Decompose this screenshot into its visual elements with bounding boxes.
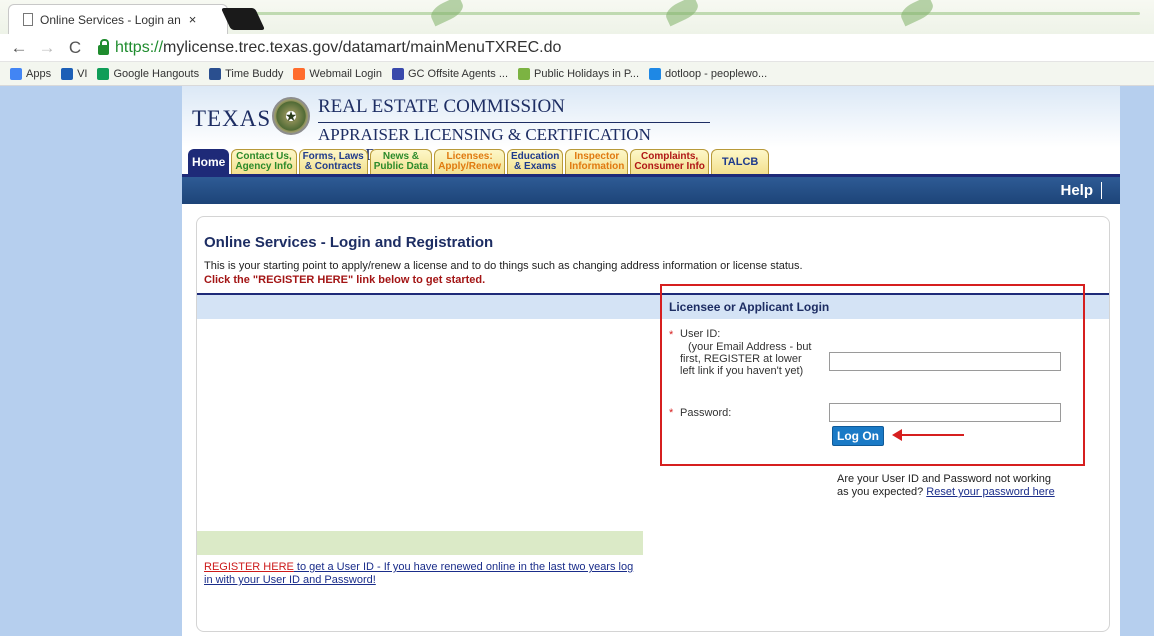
tab-label-line2: Public Data: [373, 161, 429, 172]
register-instruction: Click the "REGISTER HERE" link below to …: [204, 274, 486, 286]
time-buddy-icon: [209, 67, 222, 80]
page-container: TEXAS ★ REAL ESTATE COMMISSION APPRAISER…: [182, 86, 1120, 636]
bookmark-public-holidays-in-p[interactable]: Public Holidays in P...: [518, 67, 640, 80]
texas-wordmark: TEXAS: [192, 106, 272, 131]
dotloop-icon: [649, 67, 662, 80]
tab-licenses[interactable]: Licenses: Apply/Renew: [434, 149, 505, 174]
login-heading-text: Licensee or Applicant Login: [669, 300, 830, 314]
tab-education[interactable]: Education & Exams: [506, 149, 564, 174]
close-icon[interactable]: ×: [189, 12, 197, 27]
tab-label-line1: TALCB: [721, 156, 759, 168]
tab-news[interactable]: News & Public Data: [369, 149, 433, 174]
bookmark-label: GC Offsite Agents ...: [407, 67, 509, 80]
bookmark-google-hangouts[interactable]: Google Hangouts: [97, 67, 200, 80]
tab-inspector[interactable]: Inspector Information: [565, 149, 629, 174]
login-heading: Licensee or Applicant Login: [662, 296, 1083, 318]
bookmark-gc-offsite-agents[interactable]: GC Offsite Agents ...: [391, 67, 509, 80]
bookmark-time-buddy[interactable]: Time Buddy: [209, 67, 284, 80]
tab-complaints[interactable]: Complaints, Consumer Info: [630, 149, 709, 174]
help-link[interactable]: Help: [1060, 182, 1102, 199]
page-title: Online Services - Login and Registration: [204, 234, 494, 251]
sheet-icon: [391, 67, 404, 80]
login-box: Licensee or Applicant Login * User ID: (…: [660, 284, 1085, 466]
bookmarks-bar: Apps VI Google Hangouts Time Buddy Webmail L…: [0, 62, 1154, 86]
reset-password-note: Are your User ID and Password not workin…: [837, 473, 1057, 499]
bookmark-webmail-login[interactable]: Webmail Login: [293, 67, 382, 80]
browser-tab-strip: Online Services - Login an ×: [0, 0, 1154, 34]
nav-tabs: Home Contact Us, Agency Info Forms, Laws & C…: [188, 146, 771, 174]
browser-tab[interactable]: Online Services - Login an ×: [8, 4, 228, 34]
url-scheme: https://: [115, 39, 164, 56]
video-icon: [61, 67, 74, 80]
tab-talcb[interactable]: TALCB: [710, 149, 770, 174]
log-on-button[interactable]: Log On: [832, 426, 884, 446]
forward-icon[interactable]: →: [38, 38, 56, 58]
back-icon[interactable]: ←: [10, 38, 28, 58]
register-strip: [197, 531, 643, 555]
tab-label-line2: & Contracts: [304, 161, 362, 172]
tab-label-line2: Consumer Info: [634, 161, 705, 172]
userid-field[interactable]: [829, 352, 1061, 371]
tab-label-line2: Apply/Renew: [438, 161, 501, 172]
state-seal-icon: ★: [272, 97, 310, 135]
bookmark-label: dotloop - peoplewo...: [665, 67, 768, 80]
bookmark-dotloop-peoplewo[interactable]: dotloop - peoplewo...: [649, 67, 768, 80]
register-note: REGISTER HERE to get a User ID - If you …: [204, 561, 644, 587]
hangouts-icon: [97, 67, 110, 80]
register-here-link[interactable]: REGISTER HERE: [204, 561, 294, 573]
required-mark: *: [669, 407, 674, 419]
tab-label-line2: Information: [569, 161, 625, 172]
calendar-icon: [518, 67, 531, 80]
page-background: TEXAS ★ REAL ESTATE COMMISSION APPRAISER…: [0, 86, 1154, 636]
required-mark: *: [669, 329, 674, 341]
bookmark-vi[interactable]: VI: [61, 67, 88, 80]
tab-home[interactable]: Home: [188, 149, 230, 174]
url-field[interactable]: https:// mylicense.trec.texas.gov/datama…: [98, 37, 1154, 59]
tab-title: Online Services - Login an: [40, 12, 181, 27]
password-field[interactable]: [829, 403, 1061, 422]
bookmark-apps[interactable]: Apps: [10, 67, 52, 80]
apps-grid-icon: [10, 67, 22, 80]
commission-title: REAL ESTATE COMMISSION: [318, 96, 565, 117]
tab-contact-us[interactable]: Contact Us, Agency Info: [231, 149, 297, 174]
bookmark-label: Webmail Login: [309, 67, 382, 80]
lock-icon: [98, 39, 109, 55]
url-path: mylicense.trec.texas.gov/datamart/mainMe…: [163, 39, 562, 56]
tab-label-line1: Home: [192, 155, 226, 169]
tab-label-line2: & Exams: [514, 161, 557, 172]
intro-text: This is your starting point to apply/ren…: [204, 260, 803, 272]
reload-icon[interactable]: C: [66, 38, 84, 58]
reset-password-link[interactable]: Reset your password here: [926, 486, 1054, 498]
password-label: Password:: [680, 407, 732, 419]
cpanel-icon: [293, 67, 306, 80]
userid-hint: (your Email Address - but first, REGISTE…: [680, 341, 812, 377]
annotation-arrow: [892, 429, 964, 441]
userid-label: User ID:: [680, 328, 721, 340]
bookmark-label: Apps: [26, 67, 52, 80]
address-bar: ← → C https:// mylicense.trec.texas.gov/…: [0, 34, 1154, 62]
tab-forms-laws[interactable]: Forms, Laws & Contracts: [298, 149, 368, 174]
help-bar: Help: [182, 174, 1120, 204]
bookmark-label: Public Holidays in P...: [534, 67, 640, 80]
bookmark-label: VI: [77, 67, 88, 80]
site-header: TEXAS ★ REAL ESTATE COMMISSION APPRAISER…: [182, 86, 1120, 174]
bookmark-label: Google Hangouts: [113, 67, 200, 80]
tab-label-line2: Agency Info: [235, 161, 293, 172]
bookmark-label: Time Buddy: [225, 67, 284, 80]
main-panel: Online Services - Login and Registration…: [196, 216, 1110, 632]
page-icon: [23, 13, 33, 26]
